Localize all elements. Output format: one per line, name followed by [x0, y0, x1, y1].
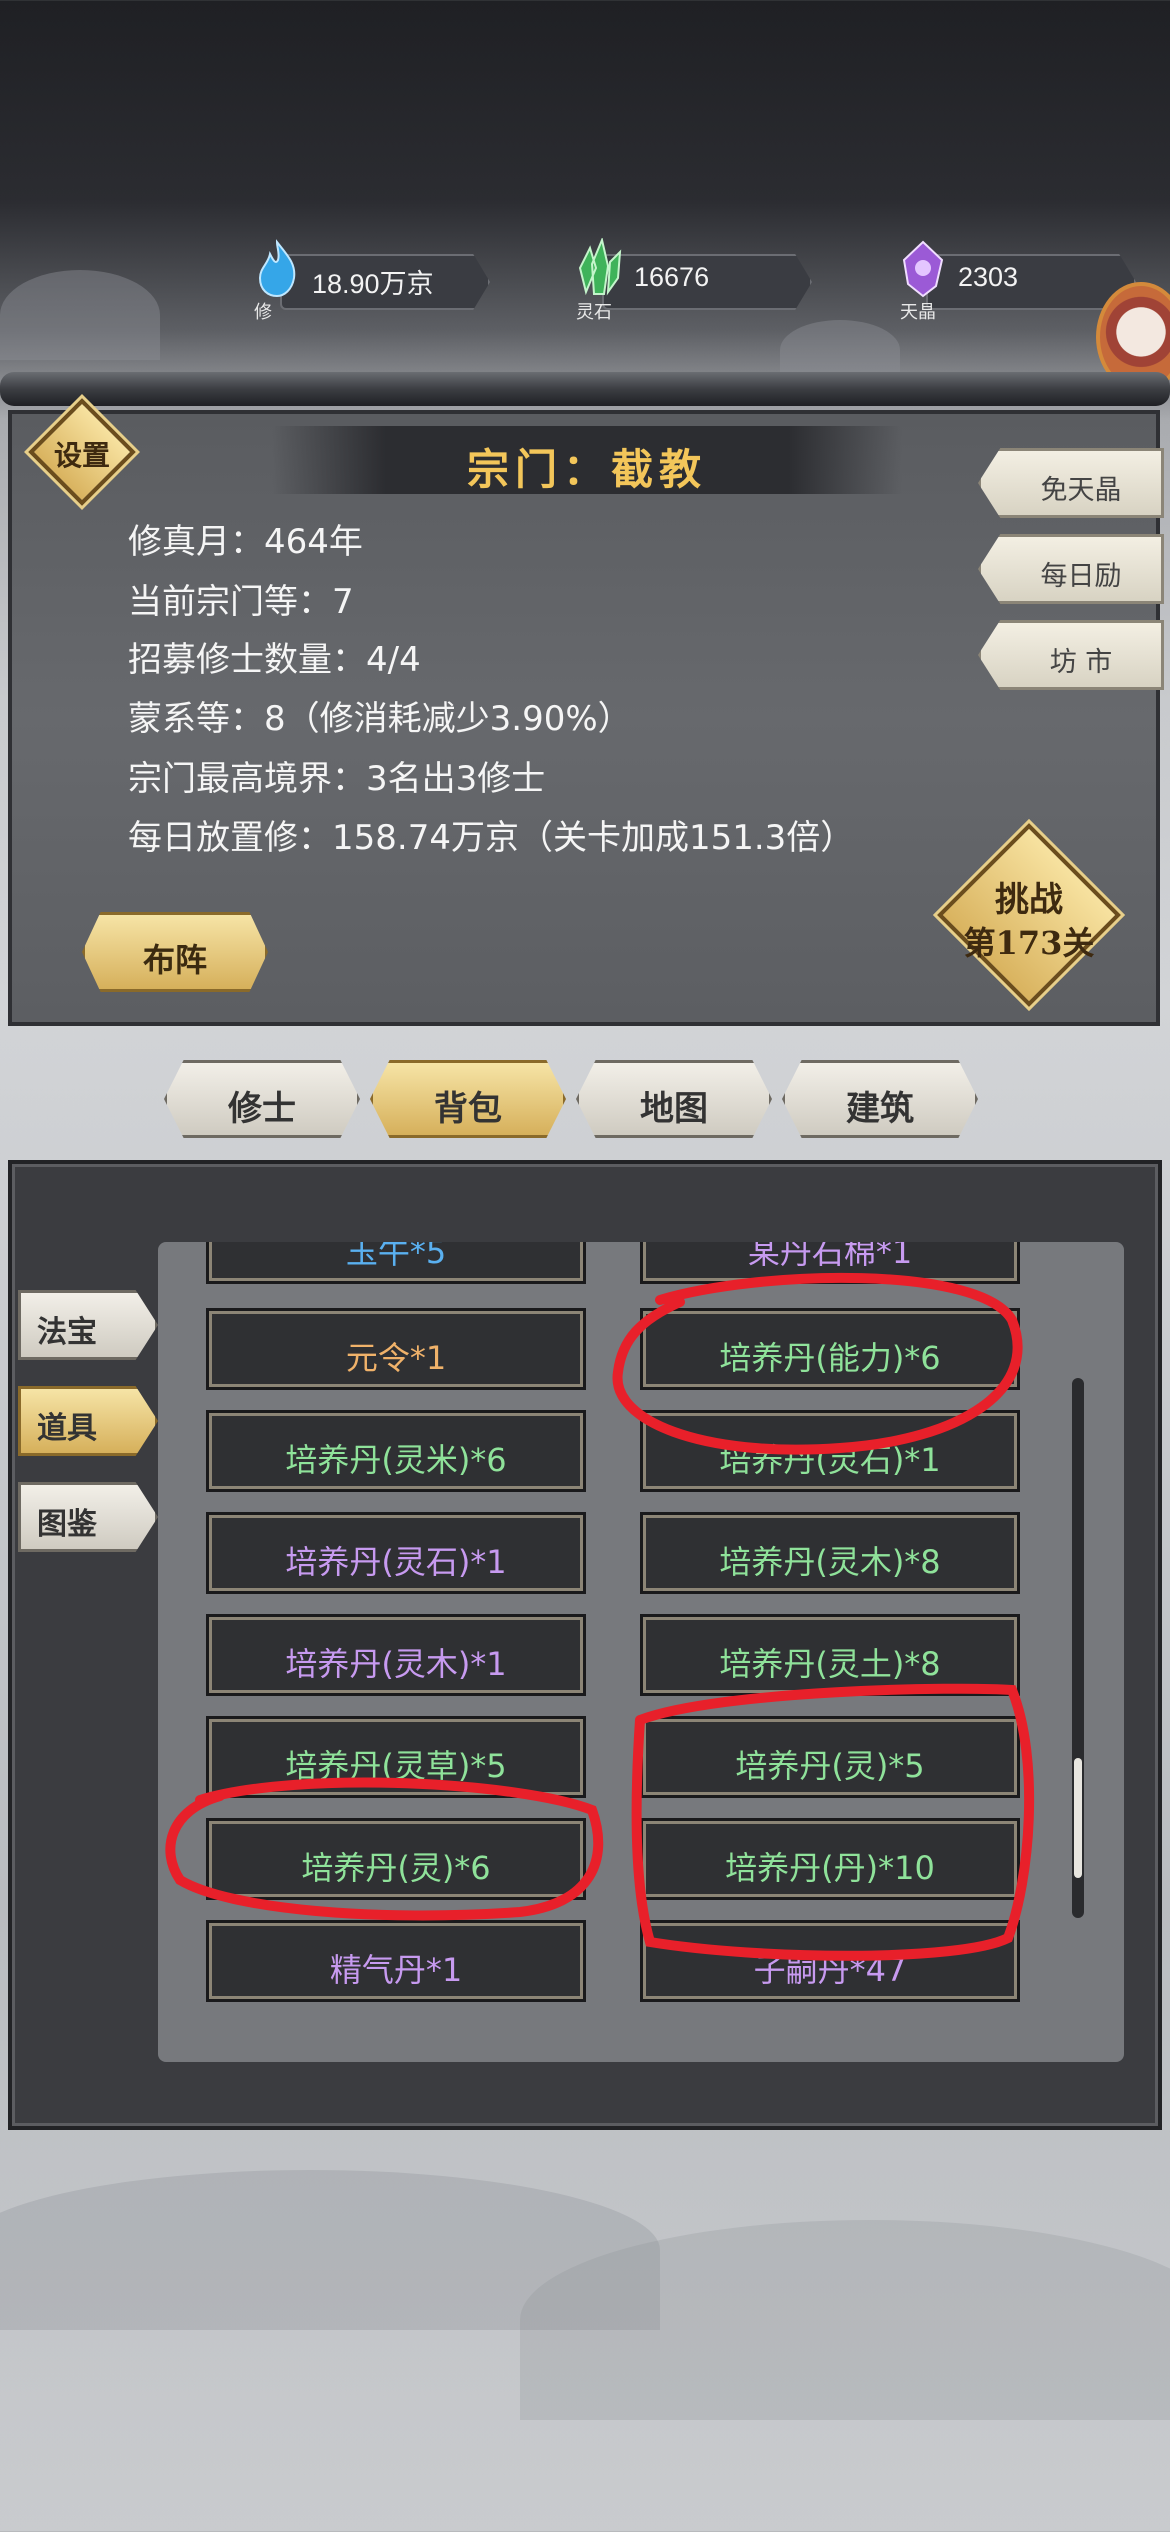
daily-reward-label: 每日励 — [1040, 561, 1122, 592]
resource-label: 修 — [254, 302, 272, 323]
item-name: 培养丹(灵木)*1 — [285, 1645, 507, 1683]
backpack-panel: 玉牛*5 元令*1 培养丹(灵米)*6 培养丹(灵石)*1 培养丹(灵木)*1 … — [8, 1160, 1162, 2130]
resource-label: 灵石 — [576, 302, 612, 323]
item-slot[interactable]: 培养丹(灵木)*1 — [206, 1614, 586, 1696]
item-slot[interactable]: 玉牛*5 — [206, 1242, 586, 1284]
tab-label: 修士 — [228, 1089, 296, 1129]
item-slot[interactable]: 培养丹(灵)*5 — [640, 1716, 1020, 1798]
item-name: 培养丹(灵土)*8 — [719, 1645, 941, 1683]
left-tab-label: 道具 — [37, 1411, 97, 1446]
item-name: 培养丹(灵米)*6 — [285, 1441, 507, 1479]
item-name: 培养丹(灵石)*1 — [285, 1543, 507, 1581]
left-tab-label: 图鉴 — [37, 1507, 97, 1542]
background-mountain — [520, 2220, 1170, 2420]
tab-backpack[interactable]: 背包 — [370, 1060, 566, 1138]
market-label: 坊 市 — [1049, 647, 1113, 678]
resource-value: 16676 — [634, 262, 710, 292]
item-name: 元令*1 — [345, 1339, 447, 1377]
item-name: 培养丹(灵)*6 — [301, 1849, 491, 1887]
item-name: 子嗣丹*47 — [753, 1951, 907, 1989]
stat-recruit-count: 招募修士数量：4/4 — [128, 640, 421, 680]
item-slot[interactable]: 培养丹(丹)*10 — [640, 1818, 1020, 1900]
tab-label: 建筑 — [846, 1089, 914, 1129]
item-slot[interactable]: 培养丹(灵)*6 — [206, 1818, 586, 1900]
left-tab-codex[interactable]: 图鉴 — [18, 1482, 158, 1552]
item-name: 精气丹*1 — [329, 1951, 463, 1989]
item-slot[interactable]: 培养丹(灵木)*8 — [640, 1512, 1020, 1594]
cultivation-flame-icon — [250, 238, 304, 300]
market-button[interactable]: 坊 市 — [978, 620, 1164, 690]
spirit-stone-crystal-icon — [572, 236, 626, 300]
background-mountain — [0, 270, 160, 360]
item-slot[interactable]: 培养丹(能力)*6 — [640, 1308, 1020, 1390]
left-tab-items[interactable]: 道具 — [18, 1386, 158, 1456]
tab-map[interactable]: 地图 — [576, 1060, 772, 1138]
left-tab-label: 法宝 — [37, 1315, 97, 1350]
scroll-thumb[interactable] — [1074, 1758, 1082, 1878]
item-slot[interactable]: 精气丹*1 — [206, 1920, 586, 2002]
item-name: 培养丹(灵)*5 — [735, 1747, 925, 1785]
heaven-crystal-icon — [896, 238, 950, 300]
item-name: 某丹石棉*1 — [747, 1242, 913, 1271]
item-slot[interactable]: 子嗣丹*47 — [640, 1920, 1020, 2002]
resource-value: 18.90万京 — [312, 269, 434, 299]
tab-cultivators[interactable]: 修士 — [164, 1060, 360, 1138]
challenge-stage-label: 第173关 — [963, 924, 1095, 962]
free-crystal-label: 免天晶 — [1040, 475, 1122, 506]
item-slot[interactable]: 培养丹(灵草)*5 — [206, 1716, 586, 1798]
item-name: 培养丹(灵草)*5 — [285, 1747, 507, 1785]
free-crystal-button[interactable]: 免天晶 — [978, 448, 1164, 518]
stat-daily-idle: 每日放置修：158.74万京（关卡加成151.3倍） — [128, 818, 855, 858]
stat-cultivation-month: 修真月：464年 — [128, 522, 363, 562]
item-slot[interactable]: 培养丹(灵米)*6 — [206, 1410, 586, 1492]
item-grid: 玉牛*5 元令*1 培养丹(灵米)*6 培养丹(灵石)*1 培养丹(灵木)*1 … — [158, 1242, 1124, 2062]
item-name: 玉牛*5 — [345, 1242, 447, 1271]
background-mountain — [780, 320, 900, 380]
item-slot[interactable]: 培养丹(灵石)*1 — [206, 1512, 586, 1594]
stat-highest-realm: 宗门最高境界：3名出3修士 — [128, 759, 546, 799]
daily-reward-button[interactable]: 每日励 — [978, 534, 1164, 604]
left-tab-treasure[interactable]: 法宝 — [18, 1290, 158, 1360]
stat-sect-level: 当前宗门等：7 — [128, 582, 354, 622]
item-slot[interactable]: 元令*1 — [206, 1308, 586, 1390]
sect-info-panel: 宗门：截教 设置 修真月：464年 当前宗门等：7 招募修士数量：4/4 蒙系等… — [8, 398, 1164, 1026]
tab-label: 背包 — [434, 1089, 502, 1129]
stat-meng-level: 蒙系等：8（修消耗减少3.90%） — [128, 699, 632, 739]
item-slot[interactable]: 培养丹(灵石)*1 — [640, 1410, 1020, 1492]
item-name: 培养丹(能力)*6 — [719, 1339, 941, 1377]
tab-buildings[interactable]: 建筑 — [782, 1060, 978, 1138]
tab-label: 地图 — [640, 1089, 708, 1129]
item-scrollbar[interactable] — [1072, 1378, 1084, 1918]
item-name: 培养丹(丹)*10 — [725, 1849, 935, 1887]
item-slot[interactable]: 某丹石棉*1 — [640, 1242, 1020, 1284]
sect-title-band: 宗门：截教 — [272, 426, 902, 494]
resource-value: 2303 — [958, 262, 1019, 292]
settings-label: 设置 — [53, 439, 110, 472]
challenge-label: 挑战 — [995, 880, 1063, 920]
formation-label: 布阵 — [142, 941, 207, 979]
item-name: 培养丹(灵木)*8 — [719, 1543, 941, 1581]
formation-button[interactable]: 布阵 — [82, 912, 268, 992]
item-slot[interactable]: 培养丹(灵土)*8 — [640, 1614, 1020, 1696]
resource-label: 天晶 — [900, 302, 936, 323]
scroll-rod — [0, 372, 1170, 406]
sect-title: 宗门：截教 — [466, 445, 707, 494]
item-name: 培养丹(灵石)*1 — [719, 1441, 941, 1479]
